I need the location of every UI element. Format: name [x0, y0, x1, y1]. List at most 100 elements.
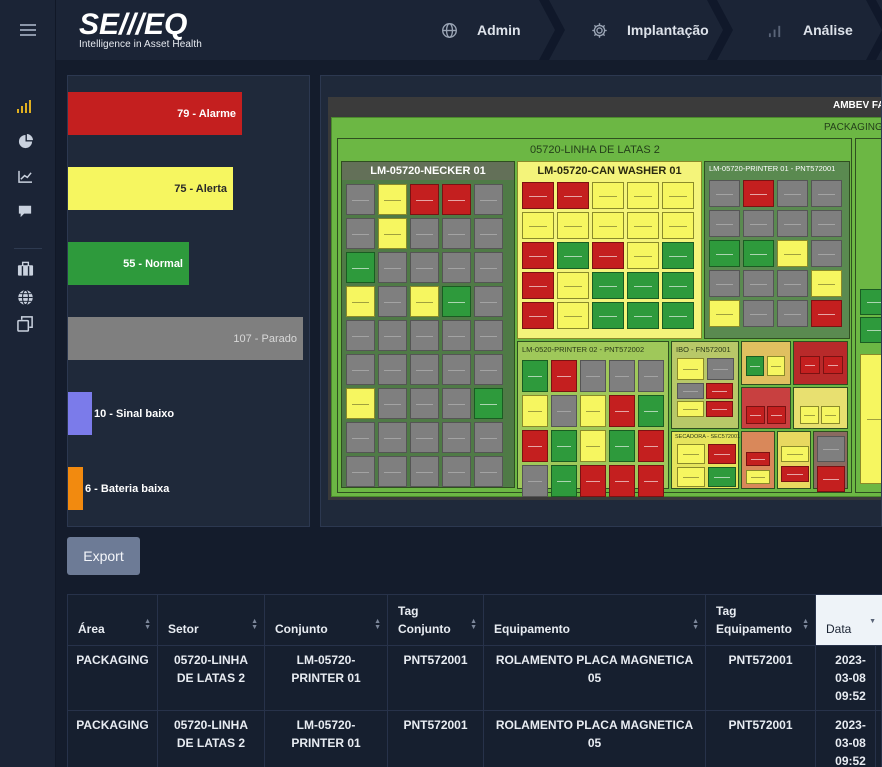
windows-icon[interactable]: [16, 314, 34, 332]
col-conjunto[interactable]: Conjunto ▲ ▼: [265, 595, 388, 645]
treemap-cell[interactable]: [474, 456, 503, 487]
treemap-cell[interactable]: [522, 272, 554, 299]
treemap-cell[interactable]: [662, 242, 694, 269]
treemap-cell[interactable]: [346, 252, 375, 283]
table-row[interactable]: PACKAGING 05720-LINHA DE LATAS 2 LM-05720-…: [68, 645, 882, 710]
treemap-cell[interactable]: [709, 270, 740, 297]
treemap-cell[interactable]: [811, 180, 842, 207]
treemap-cell[interactable]: [378, 184, 407, 215]
treemap-cell[interactable]: [346, 286, 375, 317]
treemap-cell[interactable]: [811, 270, 842, 297]
treemap-cell[interactable]: [707, 358, 734, 380]
treemap-cell[interactable]: [709, 300, 740, 327]
sort-icon[interactable]: ▲ ▼: [374, 618, 381, 631]
chat-icon[interactable]: [16, 202, 34, 220]
treemap-cell[interactable]: [662, 272, 694, 299]
treemap-cell[interactable]: [800, 406, 819, 424]
treemap-cell[interactable]: [557, 272, 589, 299]
treemap-cell[interactable]: [860, 317, 881, 343]
logo[interactable]: SE///EQ Intelligence in Asset Health: [79, 10, 202, 51]
treemap-cell[interactable]: [557, 212, 589, 239]
treemap-cell[interactable]: [592, 212, 624, 239]
nav-analise[interactable]: Análise: [766, 0, 853, 60]
treemap-cell[interactable]: [346, 218, 375, 249]
col-setor[interactable]: Setor ▲ ▼: [158, 595, 265, 645]
treemap-cell[interactable]: [708, 444, 736, 464]
treemap-cell[interactable]: [442, 354, 471, 385]
treemap-cell[interactable]: [677, 444, 705, 464]
treemap-cell[interactable]: [474, 218, 503, 249]
treemap-cell[interactable]: [410, 184, 439, 215]
treemap-cell[interactable]: [410, 218, 439, 249]
treemap-cell[interactable]: [638, 360, 664, 392]
bar-parado[interactable]: 107 - Parado: [68, 317, 303, 360]
export-button[interactable]: Export: [67, 537, 140, 575]
treemap-cell[interactable]: [743, 300, 774, 327]
treemap-cell[interactable]: [442, 456, 471, 487]
treemap-cell[interactable]: [777, 300, 808, 327]
table-row[interactable]: PACKAGING 05720-LINHA DE LATAS 2 LM-05720-…: [68, 710, 882, 767]
treemap-cell[interactable]: [410, 388, 439, 419]
treemap-cell[interactable]: [627, 182, 659, 209]
treemap-cell[interactable]: [474, 252, 503, 283]
treemap-cell[interactable]: [442, 218, 471, 249]
sort-icon[interactable]: ▲ ▼: [144, 618, 151, 631]
treemap-cell[interactable]: [442, 388, 471, 419]
treemap-cell[interactable]: [743, 210, 774, 237]
col-data[interactable]: Data ▼: [816, 595, 882, 645]
treemap-cell[interactable]: [767, 406, 786, 424]
treemap-cell[interactable]: [592, 182, 624, 209]
nav-admin[interactable]: Admin: [440, 0, 521, 60]
treemap-cell[interactable]: [474, 184, 503, 215]
treemap-group[interactable]: [793, 387, 848, 429]
treemap-cell[interactable]: [746, 356, 764, 376]
treemap-group[interactable]: [741, 431, 775, 489]
treemap-group-secadora[interactable]: SECADORA - SEC572001: [671, 431, 740, 489]
treemap-cell[interactable]: [627, 272, 659, 299]
treemap-cell[interactable]: [627, 212, 659, 239]
sort-icon[interactable]: ▲ ▼: [470, 618, 477, 631]
treemap-cell[interactable]: [346, 184, 375, 215]
treemap-cell[interactable]: [580, 360, 606, 392]
treemap-cell[interactable]: [551, 360, 577, 392]
treemap-cell[interactable]: [777, 210, 808, 237]
treemap-cell[interactable]: [592, 302, 624, 329]
treemap-cell[interactable]: [346, 422, 375, 453]
treemap-cell[interactable]: [706, 401, 733, 417]
treemap-cell[interactable]: [746, 406, 765, 424]
treemap-cell[interactable]: [557, 302, 589, 329]
treemap-cell[interactable]: [522, 212, 554, 239]
col-equipamento[interactable]: Equipamento ▲ ▼: [484, 595, 706, 645]
treemap-cell[interactable]: [592, 242, 624, 269]
treemap-cell[interactable]: [410, 320, 439, 351]
treemap-cell[interactable]: [662, 302, 694, 329]
treemap-cell[interactable]: [743, 270, 774, 297]
col-area[interactable]: Área ▲ ▼: [68, 595, 158, 645]
globe-icon[interactable]: [16, 288, 34, 306]
treemap-cell[interactable]: [410, 422, 439, 453]
bar-alerta[interactable]: 75 - Alerta: [68, 167, 233, 210]
treemap-group[interactable]: [793, 341, 848, 385]
treemap-area-packaging[interactable]: PACKAGING 05720-LINHA DE LATAS 2 LM-0572…: [331, 117, 881, 497]
treemap-group-printer-01[interactable]: LM-05720-PRINTER 01 - PNT572001: [704, 161, 850, 339]
treemap-cell[interactable]: [746, 470, 770, 484]
sort-icon[interactable]: ▲ ▼: [802, 618, 809, 631]
treemap-group-necker[interactable]: LM-05720-NECKER 01: [341, 161, 515, 488]
treemap-cell[interactable]: [638, 430, 664, 462]
treemap-cell[interactable]: [378, 388, 407, 419]
treemap-cell[interactable]: [677, 401, 704, 417]
treemap-cell[interactable]: [522, 302, 554, 329]
treemap-cell[interactable]: [638, 395, 664, 427]
treemap-cell[interactable]: [743, 180, 774, 207]
treemap-cell[interactable]: [442, 320, 471, 351]
treemap-cell[interactable]: [767, 356, 785, 376]
treemap-cell[interactable]: [410, 354, 439, 385]
treemap-cell[interactable]: [580, 430, 606, 462]
treemap-cell[interactable]: [378, 422, 407, 453]
treemap-cell[interactable]: [346, 320, 375, 351]
treemap-cell[interactable]: [378, 218, 407, 249]
treemap-cell[interactable]: [522, 395, 548, 427]
treemap-cell[interactable]: [474, 320, 503, 351]
treemap-cell[interactable]: [346, 456, 375, 487]
treemap-group[interactable]: [741, 341, 791, 385]
